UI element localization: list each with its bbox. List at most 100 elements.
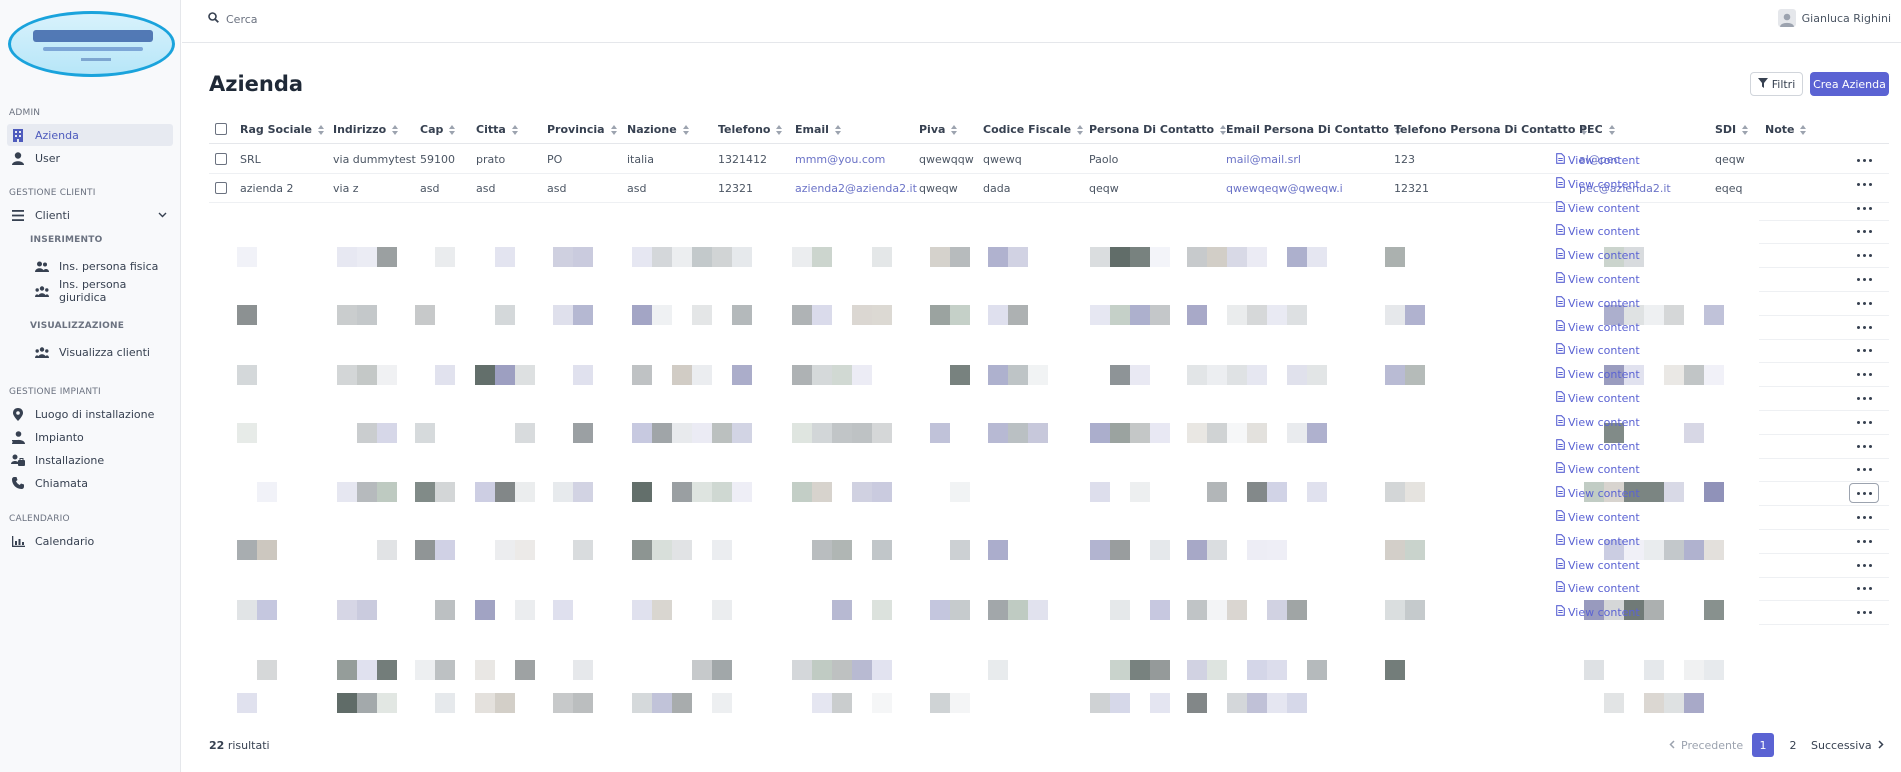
view-content-link[interactable]: View content bbox=[1556, 367, 1640, 381]
row-actions-button[interactable] bbox=[1849, 436, 1879, 456]
row-actions-button[interactable] bbox=[1849, 412, 1879, 432]
row-actions-button[interactable] bbox=[1849, 221, 1879, 241]
view-content-link[interactable]: View content bbox=[1556, 486, 1640, 500]
filter-button[interactable]: Filtri bbox=[1750, 72, 1803, 96]
column-header[interactable]: Provincia bbox=[547, 123, 618, 136]
row-actions-button[interactable] bbox=[1849, 507, 1879, 527]
column-header[interactable]: Indirizzo bbox=[333, 123, 399, 136]
row-actions-button[interactable] bbox=[1849, 340, 1879, 360]
column-header[interactable]: Note bbox=[1765, 123, 1807, 136]
view-content-link[interactable]: View content bbox=[1556, 177, 1640, 191]
pixelated-block bbox=[1405, 540, 1425, 560]
column-header[interactable]: Codice Fiscale bbox=[983, 123, 1084, 136]
prev-page-button[interactable]: Precedente bbox=[1669, 739, 1743, 752]
create-azienda-button[interactable]: Crea Azienda bbox=[1810, 72, 1889, 96]
avatar bbox=[1777, 9, 1796, 27]
column-header[interactable]: Email bbox=[795, 123, 842, 136]
pixelated-block bbox=[1150, 247, 1170, 267]
search-input[interactable]: Cerca bbox=[226, 13, 258, 26]
sidebar-item-luogo-di-installazione[interactable]: Luogo di installazione bbox=[7, 403, 173, 425]
sidebar-item-visualizza-clienti[interactable]: Visualizza clienti bbox=[7, 341, 173, 363]
sidebar-item-clienti[interactable]: Clienti bbox=[7, 204, 173, 226]
column-header[interactable]: PEC bbox=[1579, 123, 1616, 136]
view-content-link[interactable]: View content bbox=[1556, 224, 1640, 238]
pixelated-block bbox=[1187, 693, 1207, 713]
pixelated-block bbox=[1008, 600, 1028, 620]
pixelated-block bbox=[872, 693, 892, 713]
sidebar-item-installazione[interactable]: Installazione bbox=[7, 449, 173, 471]
row-actions-button[interactable] bbox=[1849, 364, 1879, 384]
column-header[interactable]: Nazione bbox=[627, 123, 690, 136]
view-content-link[interactable]: View content bbox=[1556, 272, 1640, 286]
row-actions-button[interactable] bbox=[1849, 459, 1879, 479]
column-header[interactable]: Telefono Persona Di Contatto bbox=[1394, 123, 1588, 136]
column-header[interactable]: Citta bbox=[476, 123, 519, 136]
row-actions-button[interactable] bbox=[1849, 388, 1879, 408]
sidebar-item-calendario[interactable]: Calendario bbox=[7, 530, 173, 552]
column-header[interactable]: Telefono bbox=[718, 123, 783, 136]
pixelated-block bbox=[1287, 365, 1307, 385]
view-content-link[interactable]: View content bbox=[1556, 462, 1640, 476]
view-content-link[interactable]: View content bbox=[1556, 581, 1640, 595]
page-button-1[interactable]: 1 bbox=[1752, 733, 1774, 757]
pixelated-block bbox=[1267, 540, 1287, 560]
user-menu[interactable]: Gianluca Righini bbox=[1777, 9, 1891, 27]
sidebar-item-user[interactable]: User bbox=[7, 147, 173, 169]
row-actions-button[interactable] bbox=[1849, 150, 1879, 170]
view-content-link[interactable]: View content bbox=[1556, 153, 1640, 167]
subsection-title-visualizzazione: VISUALIZZAZIONE bbox=[30, 321, 125, 331]
column-header[interactable]: Cap bbox=[420, 123, 456, 136]
next-page-button[interactable]: Successiva bbox=[1811, 739, 1884, 752]
page-button-2[interactable]: 2 bbox=[1782, 733, 1804, 757]
row-actions-button[interactable] bbox=[1849, 269, 1879, 289]
view-content-link[interactable]: View content bbox=[1556, 510, 1640, 524]
cell-provincia: PO bbox=[547, 153, 563, 166]
row-actions-button[interactable] bbox=[1849, 531, 1879, 551]
view-content-link[interactable]: View content bbox=[1556, 201, 1640, 215]
column-header[interactable]: Piva bbox=[919, 123, 958, 136]
sidebar-item-impianto[interactable]: Impianto bbox=[7, 426, 173, 448]
view-content-link[interactable]: View content bbox=[1556, 320, 1640, 334]
column-header[interactable]: Persona Di Contatto bbox=[1089, 123, 1227, 136]
column-header[interactable]: Email Persona Di Contatto bbox=[1226, 123, 1402, 136]
pixelated-block bbox=[1150, 660, 1170, 680]
row-actions-button[interactable] bbox=[1849, 483, 1879, 503]
sidebar-item-ins-persona-fisica[interactable]: Ins. persona fisica bbox=[7, 255, 173, 277]
view-content-link[interactable]: View content bbox=[1556, 439, 1640, 453]
view-content-link[interactable]: View content bbox=[1556, 415, 1640, 429]
company-logo[interactable] bbox=[8, 11, 175, 77]
row-actions-button[interactable] bbox=[1849, 198, 1879, 218]
view-content-link[interactable]: View content bbox=[1556, 605, 1640, 619]
row-actions-button[interactable] bbox=[1849, 317, 1879, 337]
row-actions-button[interactable] bbox=[1849, 555, 1879, 575]
row-checkbox[interactable] bbox=[215, 182, 227, 194]
row-actions-button[interactable] bbox=[1849, 578, 1879, 598]
view-content-link[interactable]: View content bbox=[1556, 343, 1640, 357]
row-actions-button[interactable] bbox=[1849, 245, 1879, 265]
row-actions-button[interactable] bbox=[1849, 602, 1879, 622]
view-content-link[interactable]: View content bbox=[1556, 534, 1640, 548]
view-content-link[interactable]: View content bbox=[1556, 248, 1640, 262]
pixelated-block bbox=[475, 365, 495, 385]
sidebar-item-chiamata[interactable]: Chiamata bbox=[7, 472, 173, 494]
pixelated-block bbox=[1704, 660, 1724, 680]
column-header[interactable]: Rag Sociale bbox=[240, 123, 325, 136]
search-box[interactable]: Cerca bbox=[208, 12, 258, 26]
view-content-link[interactable]: View content bbox=[1556, 558, 1640, 572]
select-all-checkbox[interactable] bbox=[215, 123, 227, 135]
cell-email[interactable]: azienda2@azienda2.it bbox=[795, 182, 917, 195]
cell-email-persona-di-contatto[interactable]: qwewqeqw@qweqw.i bbox=[1226, 182, 1343, 195]
row-actions-button[interactable] bbox=[1849, 174, 1879, 194]
view-content-link[interactable]: View content bbox=[1556, 391, 1640, 405]
sidebar: ADMIN Azienda User GESTIONE CLIENTI Clie… bbox=[0, 0, 181, 772]
sidebar-item-ins-persona-giuridica[interactable]: Ins. persona giuridica bbox=[7, 278, 173, 304]
pixelated-block bbox=[712, 693, 732, 713]
cell-email[interactable]: mmm@you.com bbox=[795, 153, 885, 166]
sidebar-item-azienda[interactable]: Azienda bbox=[7, 124, 173, 146]
row-actions-button[interactable] bbox=[1849, 293, 1879, 313]
view-content-link[interactable]: View content bbox=[1556, 296, 1640, 310]
row-divider bbox=[1759, 624, 1889, 625]
row-checkbox[interactable] bbox=[215, 153, 227, 165]
cell-email-persona-di-contatto[interactable]: mail@mail.srl bbox=[1226, 153, 1301, 166]
column-header[interactable]: SDI bbox=[1715, 123, 1749, 136]
